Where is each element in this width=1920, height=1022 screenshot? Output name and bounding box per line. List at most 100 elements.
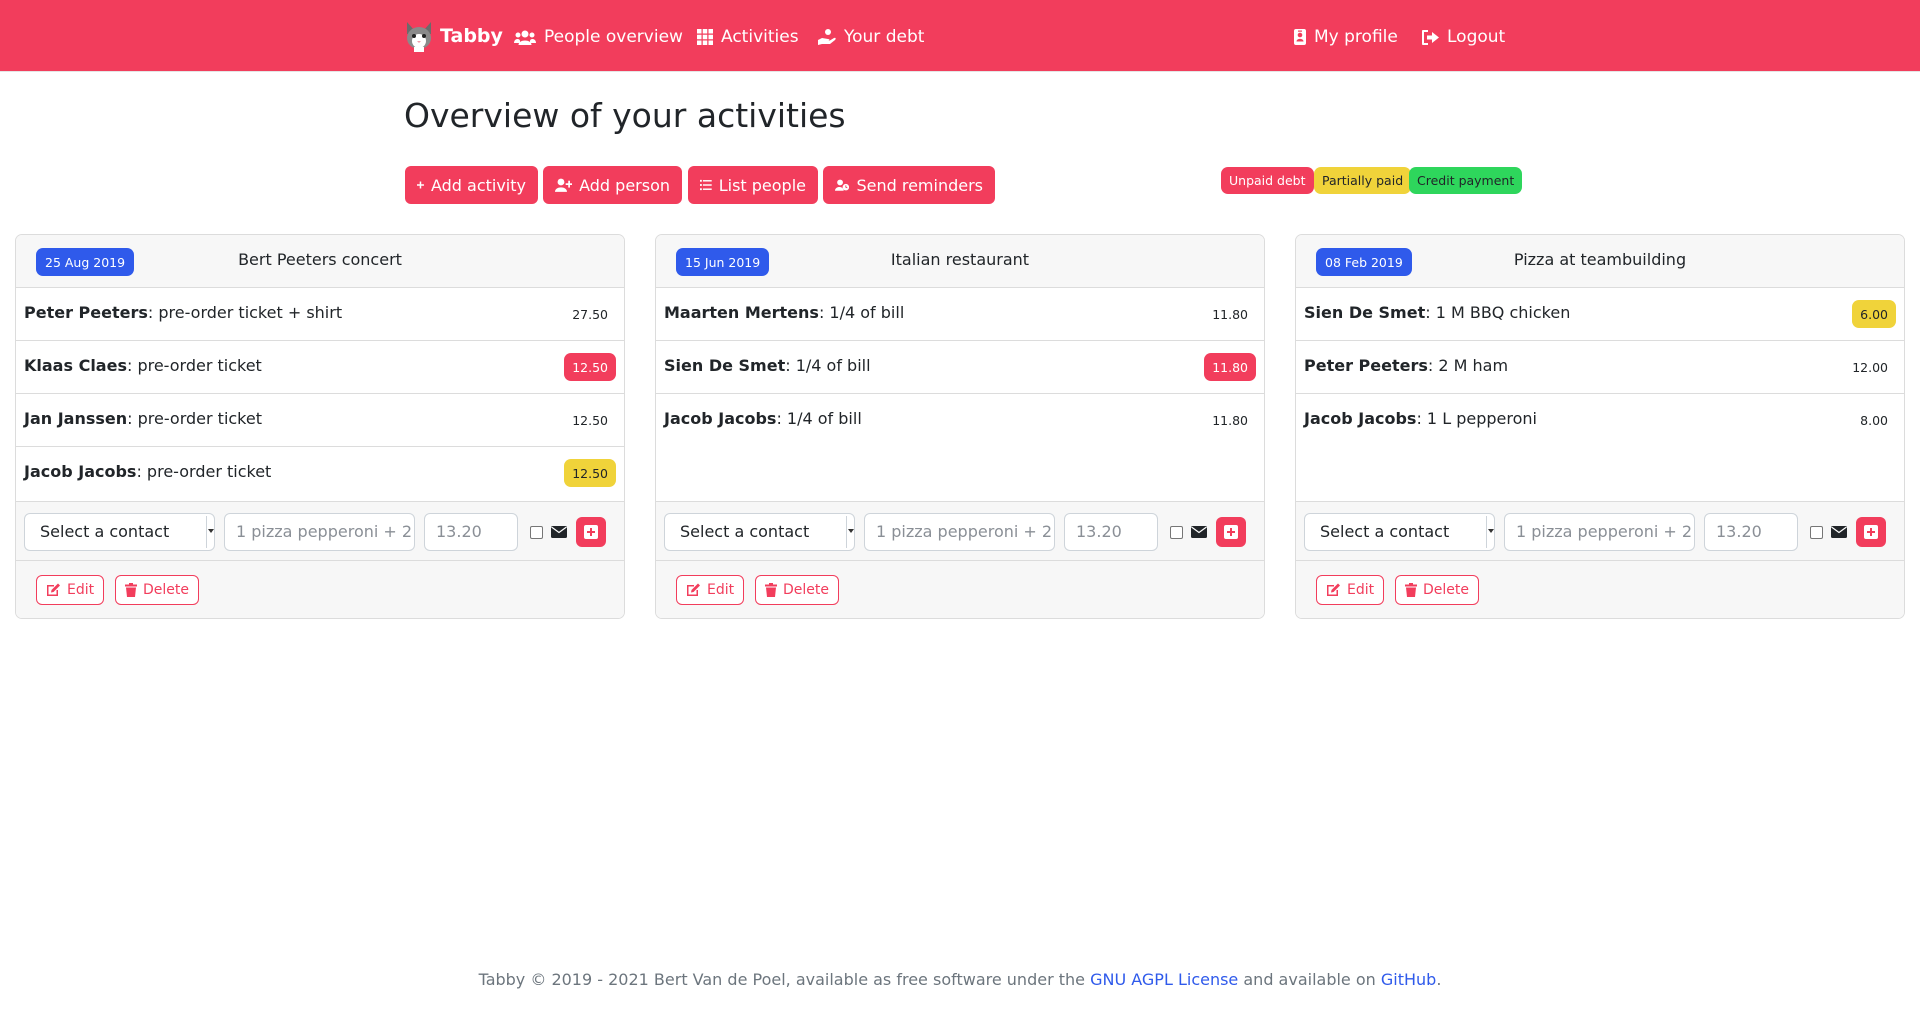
debt-description: : 1/4 of bill [818,303,905,322]
debt-row-text: Jacob Jacobs: 1 L pepperoni [1304,409,1537,428]
nav-people-overview-label: People overview [544,27,683,47]
debt-row: Sien De Smet: 1 M BBQ chicken 6.00 [1296,288,1904,341]
amount-badge[interactable]: 6.00 [1852,300,1896,328]
chevron-down-icon [1486,516,1494,548]
delete-button[interactable]: Delete [755,575,839,605]
edit-label: Edit [67,582,95,598]
debt-row-text: Jacob Jacobs: pre-order ticket [24,462,271,481]
send-reminders-button[interactable]: Send reminders [823,166,995,204]
edit-button[interactable]: Edit [1316,575,1385,605]
amount-badge[interactable]: 11.80 [1204,353,1256,381]
debt-description: : 1 M BBQ chicken [1425,303,1571,322]
delete-button[interactable]: Delete [1395,575,1479,605]
debt-row: Maarten Mertens: 1/4 of bill 11.80 [656,288,1264,341]
trash-icon [1405,583,1417,597]
person-name[interactable]: Peter Peeters [24,303,148,322]
brand[interactable]: Tabby [404,18,503,54]
add-debt-button[interactable] [576,517,606,547]
debt-row: Jacob Jacobs: pre-order ticket 12.50 [16,447,624,500]
debt-description: : pre-order ticket [126,356,262,375]
card-footer: Edit Delete [1296,561,1904,618]
edit-button[interactable]: Edit [676,575,745,605]
contact-select[interactable]: Select a contact [1304,513,1495,551]
contact-select[interactable]: Select a contact [664,513,855,551]
contact-select-value: Select a contact [680,522,810,541]
add-activity-button[interactable]: Add activity [405,166,538,204]
amount-badge[interactable]: 11.80 [1204,406,1256,434]
trash-icon [765,583,777,597]
edit-icon [687,583,700,596]
person-name[interactable]: Klaas Claes [24,356,127,375]
add-debt-button[interactable] [1216,517,1246,547]
description-input[interactable]: 1 pizza pepperoni + 2 i [1504,513,1695,551]
trash-icon [125,583,137,597]
amount-input[interactable]: 13.20 [424,513,518,551]
send-reminders-label: Send reminders [856,175,983,195]
amount-badge[interactable]: 27.50 [564,300,616,328]
footer-text-middle: and available on [1238,970,1381,989]
debt-row: Peter Peeters: 2 M ham 12.00 [1296,341,1904,394]
nav-your-debt[interactable]: Your debt [818,26,924,48]
activity-title: Italian restaurant [890,250,1030,269]
person-name[interactable]: Peter Peeters [1304,356,1428,375]
person-name[interactable]: Jan Janssen [24,409,127,428]
activity-card: 15 Jun 2019 Italian restaurant Maarten M… [655,234,1265,619]
grid-icon [697,29,713,45]
nav-logout-label: Logout [1447,27,1506,47]
card-body: Peter Peeters: pre-order ticket + shirt … [16,288,624,501]
amount-badge[interactable]: 12.50 [564,459,616,487]
debt-row-text: Peter Peeters: pre-order ticket + shirt [24,303,342,322]
add-debt-form: Select a contact 1 pizza pepperoni + 2 i… [1296,501,1904,561]
nav-your-debt-label: Your debt [844,27,925,47]
list-people-button[interactable]: List people [688,166,818,204]
amount-badge[interactable]: 12.50 [564,406,616,434]
add-person-button[interactable]: Add person [543,166,682,204]
amount-input[interactable]: 13.20 [1704,513,1798,551]
debt-row-text: Sien De Smet: 1 M BBQ chicken [1304,303,1570,322]
description-input[interactable]: 1 pizza pepperoni + 2 i [224,513,415,551]
edit-button[interactable]: Edit [36,575,105,605]
nav-people-overview[interactable]: People overview [514,26,683,48]
nav-logout[interactable]: Logout [1422,26,1505,48]
send-mail-checkbox[interactable] [1810,526,1823,539]
person-name[interactable]: Jacob Jacobs [1304,409,1416,428]
amount-input[interactable]: 13.20 [1064,513,1158,551]
edit-icon [1327,583,1340,596]
card-footer: Edit Delete [656,561,1264,618]
card-header: 08 Feb 2019 Pizza at teambuilding [1296,235,1904,288]
description-input[interactable]: 1 pizza pepperoni + 2 i [864,513,1055,551]
brand-name: Tabby [440,25,503,47]
sign-out-icon [1422,29,1439,45]
license-link[interactable]: GNU AGPL License [1090,970,1238,989]
delete-button[interactable]: Delete [115,575,199,605]
envelope-icon [1831,526,1847,538]
navbar: Tabby People overview Activities Your de… [0,0,1920,72]
user-clock-icon [835,179,850,191]
send-mail-checkbox[interactable] [1170,526,1183,539]
person-name[interactable]: Sien De Smet [664,356,785,375]
person-name[interactable]: Jacob Jacobs [664,409,776,428]
contact-select-value: Select a contact [1320,522,1450,541]
footer-text-suffix: . [1436,970,1442,989]
person-name[interactable]: Sien De Smet [1304,303,1425,322]
github-link[interactable]: GitHub [1381,970,1436,989]
delete-label: Delete [143,582,189,598]
user-plus-icon [555,178,573,192]
person-name[interactable]: Jacob Jacobs [24,462,136,481]
add-debt-button[interactable] [1856,517,1886,547]
nav-my-profile[interactable]: My profile [1294,26,1398,48]
contact-select[interactable]: Select a contact [24,513,215,551]
activity-card: 25 Aug 2019 Bert Peeters concert Peter P… [15,234,625,619]
amount-badge[interactable]: 11.80 [1204,300,1256,328]
id-badge-icon [1294,29,1306,45]
amount-badge[interactable]: 8.00 [1852,406,1896,434]
nav-activities[interactable]: Activities [697,26,799,48]
amount-badge[interactable]: 12.00 [1844,353,1896,381]
send-mail-checkbox[interactable] [530,526,543,539]
page-title: Overview of your activities [404,96,846,135]
amount-badge[interactable]: 12.50 [564,353,616,381]
tabby-cat-logo-icon [407,22,431,52]
nav-activities-label: Activities [721,27,799,47]
edit-label: Edit [1347,582,1375,598]
person-name[interactable]: Maarten Mertens [664,303,819,322]
